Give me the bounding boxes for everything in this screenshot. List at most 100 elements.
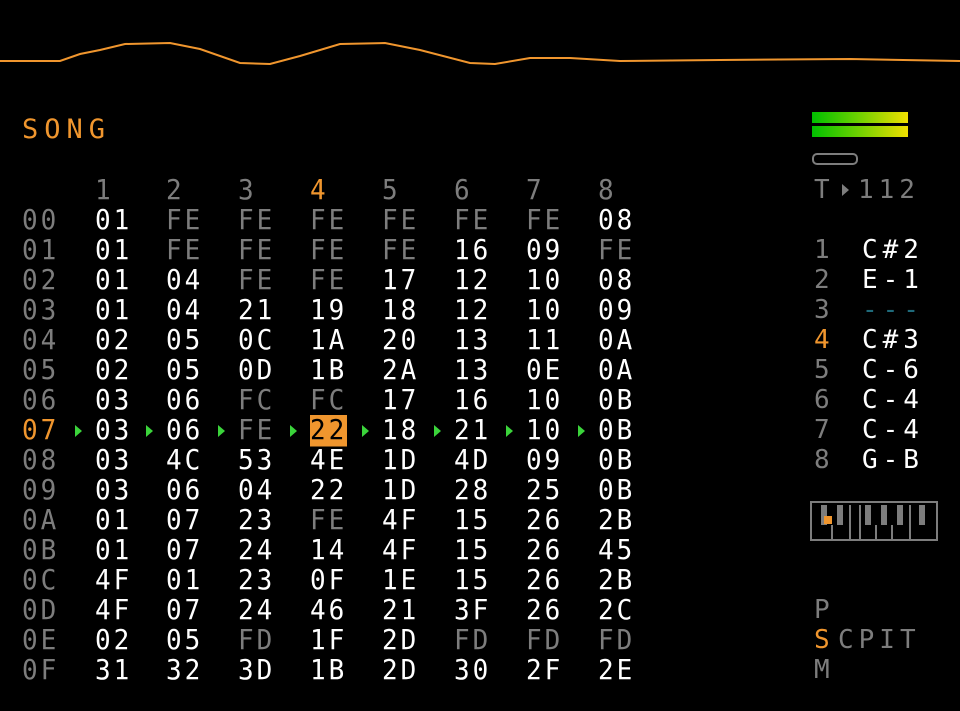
chain-cell[interactable]: 01 (166, 565, 203, 597)
tempo-value[interactable]: 112 (858, 175, 920, 205)
chain-cell[interactable]: 0A (598, 355, 635, 387)
chain-cell[interactable]: 2B (598, 505, 635, 537)
chain-cell[interactable]: 25 (526, 475, 563, 507)
chain-cell[interactable]: 12 (454, 265, 491, 297)
chain-cell[interactable]: 0B (598, 445, 635, 477)
chain-cell[interactable]: FE (238, 265, 275, 297)
chain-cell[interactable]: 19 (310, 295, 347, 327)
chain-cell[interactable]: 07 (166, 535, 203, 567)
chain-cell[interactable]: 4F (95, 565, 132, 597)
chain-cell[interactable]: 2E (598, 655, 635, 687)
chain-cell[interactable]: 03 (95, 475, 132, 507)
chain-cell[interactable]: 1E (382, 565, 419, 597)
chain-cell[interactable]: 2C (598, 595, 635, 627)
chain-cell[interactable]: 32 (166, 655, 203, 687)
chain-cell[interactable]: 09 (526, 445, 563, 477)
chain-cell[interactable]: 07 (166, 505, 203, 537)
chain-cell[interactable]: 13 (454, 355, 491, 387)
chain-cell[interactable]: 26 (526, 535, 563, 567)
chain-cell[interactable]: FD (238, 625, 275, 657)
chain-cell[interactable]: FE (238, 235, 275, 267)
chain-cell[interactable]: 3F (454, 595, 491, 627)
chain-cell[interactable]: FE (310, 235, 347, 267)
chain-cell[interactable]: 26 (526, 505, 563, 537)
chain-cell[interactable]: 0C (238, 325, 275, 357)
chain-cell[interactable]: 03 (95, 415, 132, 447)
chain-cell[interactable]: 04 (238, 475, 275, 507)
chain-cell[interactable]: 0E (526, 355, 563, 387)
chain-cell[interactable]: FE (454, 205, 491, 237)
chain-cell[interactable]: 21 (454, 415, 491, 447)
chain-cell[interactable]: 10 (526, 415, 563, 447)
chain-cell[interactable]: 23 (238, 565, 275, 597)
chain-cell[interactable]: 23 (238, 505, 275, 537)
chain-cell[interactable]: 04 (166, 265, 203, 297)
chain-cell[interactable]: 1B (310, 655, 347, 687)
chain-cell[interactable]: 21 (382, 595, 419, 627)
chain-cell[interactable]: 1D (382, 475, 419, 507)
chain-cell[interactable]: 05 (166, 355, 203, 387)
nav-song-current[interactable]: S (814, 625, 835, 655)
chain-cell[interactable]: 26 (526, 565, 563, 597)
chain-cell[interactable]: 2F (526, 655, 563, 687)
chain-cell[interactable]: FE (166, 235, 203, 267)
chain-cell[interactable]: 06 (166, 385, 203, 417)
chain-cell[interactable]: 02 (95, 325, 132, 357)
chain-cell[interactable]: 02 (95, 355, 132, 387)
chain-cell[interactable]: FC (238, 385, 275, 417)
chain-cell[interactable]: 30 (454, 655, 491, 687)
chain-cell[interactable]: 0D (238, 355, 275, 387)
chain-cell[interactable]: 20 (382, 325, 419, 357)
chain-cell[interactable]: FE (382, 205, 419, 237)
chain-cell[interactable]: 2A (382, 355, 419, 387)
chain-cell[interactable]: 09 (598, 295, 635, 327)
chain-cell[interactable]: FE (310, 265, 347, 297)
chain-cell[interactable]: FE (526, 205, 563, 237)
chain-cell[interactable]: 0B (598, 475, 635, 507)
chain-cell[interactable]: 15 (454, 535, 491, 567)
chain-cell[interactable]: FD (454, 625, 491, 657)
chain-cell[interactable]: 1D (382, 445, 419, 477)
chain-cell[interactable]: 16 (454, 235, 491, 267)
chain-cell[interactable]: FD (598, 625, 635, 657)
chain-cell[interactable]: 01 (95, 295, 132, 327)
chain-cell[interactable]: 17 (382, 265, 419, 297)
chain-cell[interactable]: 4F (95, 595, 132, 627)
chain-cell[interactable]: 15 (454, 565, 491, 597)
chain-cell[interactable]: 16 (454, 385, 491, 417)
chain-cell[interactable]: FC (310, 385, 347, 417)
chain-cell[interactable]: 06 (166, 415, 203, 447)
chain-cell[interactable]: 31 (95, 655, 132, 687)
nav-phrase[interactable]: P (814, 595, 835, 625)
chain-cell[interactable]: 12 (454, 295, 491, 327)
chain-cell[interactable]: 4D (454, 445, 491, 477)
chain-cell[interactable]: 1F (310, 625, 347, 657)
chain-cell[interactable]: 04 (166, 295, 203, 327)
chain-cell[interactable]: 08 (598, 205, 635, 237)
chain-cell[interactable]: FE (166, 205, 203, 237)
chain-cell[interactable]: FE (382, 235, 419, 267)
chain-cell[interactable]: 07 (166, 595, 203, 627)
chain-cell[interactable]: 1B (310, 355, 347, 387)
chain-cell[interactable]: 46 (310, 595, 347, 627)
chain-cell[interactable]: FE (598, 235, 635, 267)
chain-cell[interactable]: 4F (382, 505, 419, 537)
chain-cell[interactable]: 4C (166, 445, 203, 477)
chain-cell[interactable]: 24 (238, 535, 275, 567)
chain-cell[interactable]: 4E (310, 445, 347, 477)
nav-mixer[interactable]: M (814, 655, 835, 685)
chain-cell[interactable]: 18 (382, 295, 419, 327)
chain-cell[interactable]: 05 (166, 325, 203, 357)
chain-cell[interactable]: 10 (526, 265, 563, 297)
chain-cell[interactable]: 01 (95, 235, 132, 267)
nav-screens-row[interactable]: CPIT (838, 625, 921, 655)
chain-cell[interactable]: FE (310, 505, 347, 537)
chain-cell[interactable]: 0B (598, 385, 635, 417)
chain-cell[interactable]: 24 (238, 595, 275, 627)
chain-cell[interactable]: 22 (310, 475, 347, 507)
chain-cell[interactable]: 06 (166, 475, 203, 507)
chain-cell[interactable]: 08 (598, 265, 635, 297)
chain-cell[interactable]: 45 (598, 535, 635, 567)
chain-cell[interactable]: 18 (382, 415, 419, 447)
chain-cell[interactable]: FE (238, 205, 275, 237)
